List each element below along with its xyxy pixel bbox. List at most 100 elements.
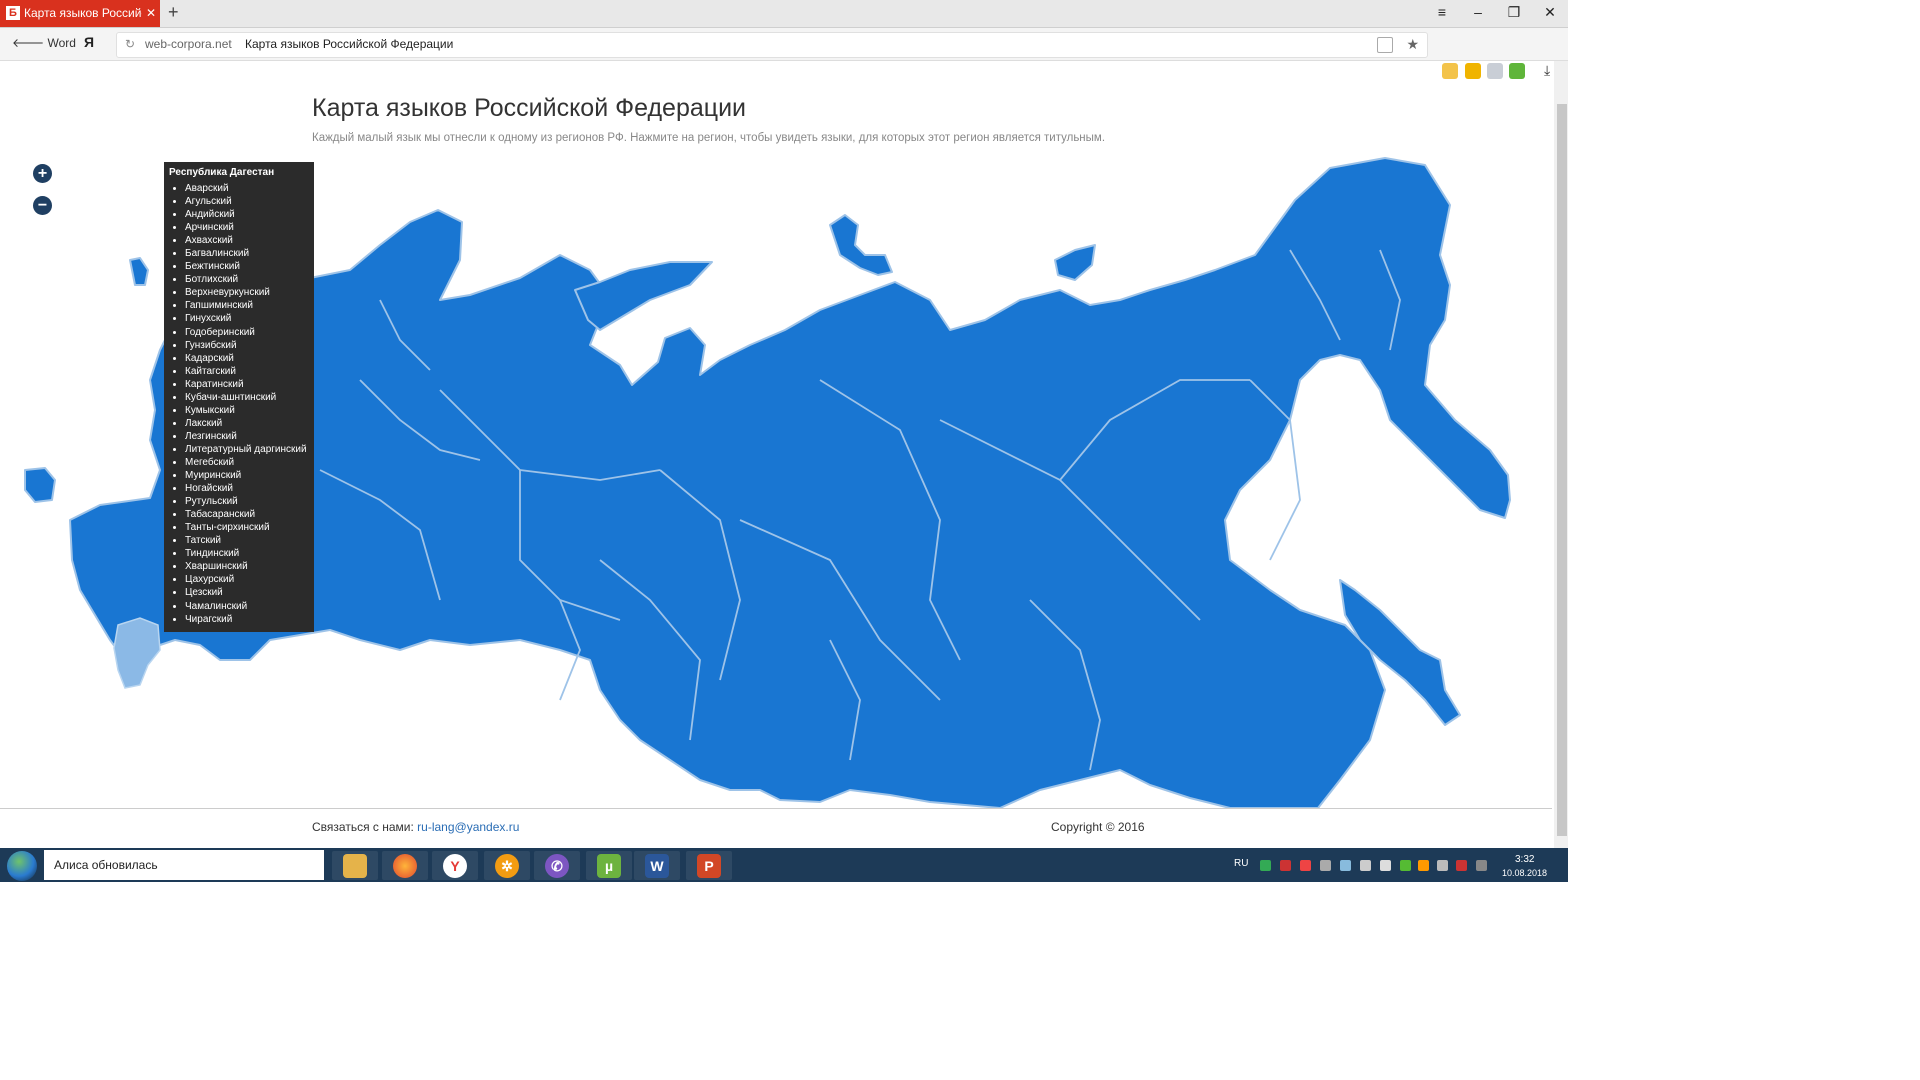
language-list-item: Муиринский <box>185 469 307 482</box>
map-region-dagestan-highlight[interactable] <box>113 617 161 689</box>
extension-downloader-icon[interactable] <box>1509 63 1525 79</box>
language-list: АварскийАгульскийАндийскийАрчинскийАхвах… <box>164 182 307 626</box>
footer-divider <box>0 808 1552 809</box>
browser-menu-icon[interactable]: ≡ <box>1432 4 1452 20</box>
back-button[interactable]: 🡐 Word <box>12 35 76 50</box>
taskbar-firefox-button[interactable] <box>382 851 428 880</box>
tray-keyboard-icon[interactable] <box>1437 860 1448 871</box>
language-list-item: Годоберинский <box>185 326 307 339</box>
extension-bookmark-icon[interactable] <box>1465 63 1481 79</box>
restore-button[interactable]: ❐ <box>1504 4 1524 21</box>
viber-icon: ✆ <box>545 854 569 878</box>
alisa-search-box[interactable]: Алиса обновилась <box>44 850 324 880</box>
extension-mail-icon[interactable] <box>1487 63 1503 79</box>
language-list-item: Верхневуркунский <box>185 286 307 299</box>
language-list-item: Цахурский <box>185 573 307 586</box>
language-list-item: Цезский <box>185 586 307 599</box>
language-list-item: Ногайский <box>185 482 307 495</box>
contact-email-link[interactable]: ru-lang@yandex.ru <box>417 820 519 834</box>
alisa-search-text: Алиса обновилась <box>54 858 158 872</box>
downloads-icon[interactable]: ⤓ <box>1544 62 1550 79</box>
map-island-novaya-zemlya <box>574 261 713 331</box>
language-list-item: Ахвахский <box>185 234 307 247</box>
footer-copyright: Copyright © 2016 <box>1051 820 1145 834</box>
language-list-item: Табасаранский <box>185 508 307 521</box>
language-list-item: Гунзибский <box>185 339 307 352</box>
tray-adobe-icon[interactable] <box>1300 860 1311 871</box>
tab-close-icon[interactable]: ✕ <box>146 0 156 27</box>
language-list-item: Лезгинский <box>185 430 307 443</box>
page-scrollbar-thumb[interactable] <box>1557 104 1567 836</box>
footer-contact: Связаться с нами: ru-lang@yandex.ru <box>312 820 519 834</box>
minimize-button[interactable]: – <box>1468 4 1488 20</box>
language-list-item: Каратинский <box>185 378 307 391</box>
page-title: Карта языков Российской Федерации <box>312 94 747 122</box>
browser-tab-bar: Б Карта языков Российской ✕ + ≡ – ❐ ✕ <box>0 0 1568 28</box>
page-subtitle: Каждый малый язык мы отнесли к одному из… <box>312 132 1106 144</box>
language-list-item: Кайтагский <box>185 365 307 378</box>
url-page-title: Карта языков Российской Федерации <box>245 37 454 51</box>
site-favicon-icon: Б <box>6 6 20 20</box>
language-list-item: Арчинский <box>185 221 307 234</box>
language-list-item: Литературный даргинский <box>185 443 307 456</box>
tray-warning-icon[interactable] <box>1418 860 1429 871</box>
tray-tools-icon[interactable] <box>1320 860 1331 871</box>
tray-app-icon[interactable] <box>1260 860 1271 871</box>
bookmark-star-icon[interactable]: ★ <box>1406 36 1419 53</box>
map-island-severnaya-zemlya <box>1054 244 1096 281</box>
address-bar-row: 🡐 Word Я ↻ web-corpora.net Карта языков … <box>0 28 1568 79</box>
utorrent-icon: µ <box>597 854 621 878</box>
browser-tab-active[interactable]: Б Карта языков Российской ✕ <box>0 0 160 27</box>
map-island-kaliningrad <box>24 467 56 503</box>
taskbar-utorrent-button[interactable]: µ <box>586 851 632 880</box>
taskbar-viber-button[interactable]: ✆ <box>534 851 580 880</box>
language-list-item: Татский <box>185 534 307 547</box>
close-window-button[interactable]: ✕ <box>1540 4 1560 21</box>
taskbar-yandex-button[interactable]: Y <box>432 851 478 880</box>
language-list-item: Рутульский <box>185 495 307 508</box>
volume-icon[interactable] <box>1380 860 1391 871</box>
map-island-frantz-josef <box>829 214 893 276</box>
taskbar-powerpoint-button[interactable]: P <box>686 851 732 880</box>
tray-antivirus-icon[interactable] <box>1280 860 1291 871</box>
language-list-item: Кубачи-ашнтинский <box>185 391 307 404</box>
language-list-item: Чамалинский <box>185 600 307 613</box>
language-list-item: Мегебский <box>185 456 307 469</box>
taskbar-settings-app-button[interactable]: ✲ <box>484 851 530 880</box>
yandex-logo-icon[interactable]: Я <box>84 34 94 50</box>
language-list-item: Багвалинский <box>185 247 307 260</box>
taskbar-explorer-button[interactable] <box>332 851 378 880</box>
back-label: Word <box>47 36 76 50</box>
input-language-indicator[interactable]: RU <box>1234 858 1248 869</box>
extension-calendar-icon[interactable] <box>1442 63 1458 79</box>
taskbar-word-button[interactable]: W <box>634 851 680 880</box>
language-list-item: Ботлихский <box>185 273 307 286</box>
language-list-item: Аварский <box>185 182 307 195</box>
new-tab-button[interactable]: + <box>168 2 179 23</box>
tooltip-region-name: Республика Дагестан <box>169 167 275 178</box>
language-list-item: Кумыкский <box>185 404 307 417</box>
clock-date[interactable]: 10.08.2018 <box>1502 868 1547 878</box>
protect-icon[interactable] <box>1377 37 1393 53</box>
language-list-item: Кадарский <box>185 352 307 365</box>
url-field[interactable]: ↻ web-corpora.net Карта языков Российско… <box>116 32 1428 58</box>
tray-network-icon[interactable] <box>1340 860 1351 871</box>
tray-flag-icon[interactable] <box>1456 860 1467 871</box>
language-list-item: Тиндинский <box>185 547 307 560</box>
tray-display-icon[interactable] <box>1360 860 1371 871</box>
language-list-item: Агульский <box>185 195 307 208</box>
language-list-item: Гинухский <box>185 312 307 325</box>
start-button-icon[interactable] <box>7 851 37 881</box>
firefox-icon <box>393 854 417 878</box>
tray-utorrent-icon[interactable] <box>1400 860 1411 871</box>
tray-power-icon[interactable] <box>1476 860 1487 871</box>
clock-time[interactable]: 3:32 <box>1515 854 1534 865</box>
language-list-item: Гапшиминский <box>185 299 307 312</box>
url-domain: web-corpora.net <box>145 37 232 51</box>
language-list-item: Бежтинский <box>185 260 307 273</box>
powerpoint-icon: P <box>697 854 721 878</box>
settings-app-icon: ✲ <box>495 854 519 878</box>
contact-label: Связаться с нами: <box>312 820 414 834</box>
reload-icon[interactable]: ↻ <box>125 37 135 51</box>
language-list-item: Чирагский <box>185 613 307 626</box>
